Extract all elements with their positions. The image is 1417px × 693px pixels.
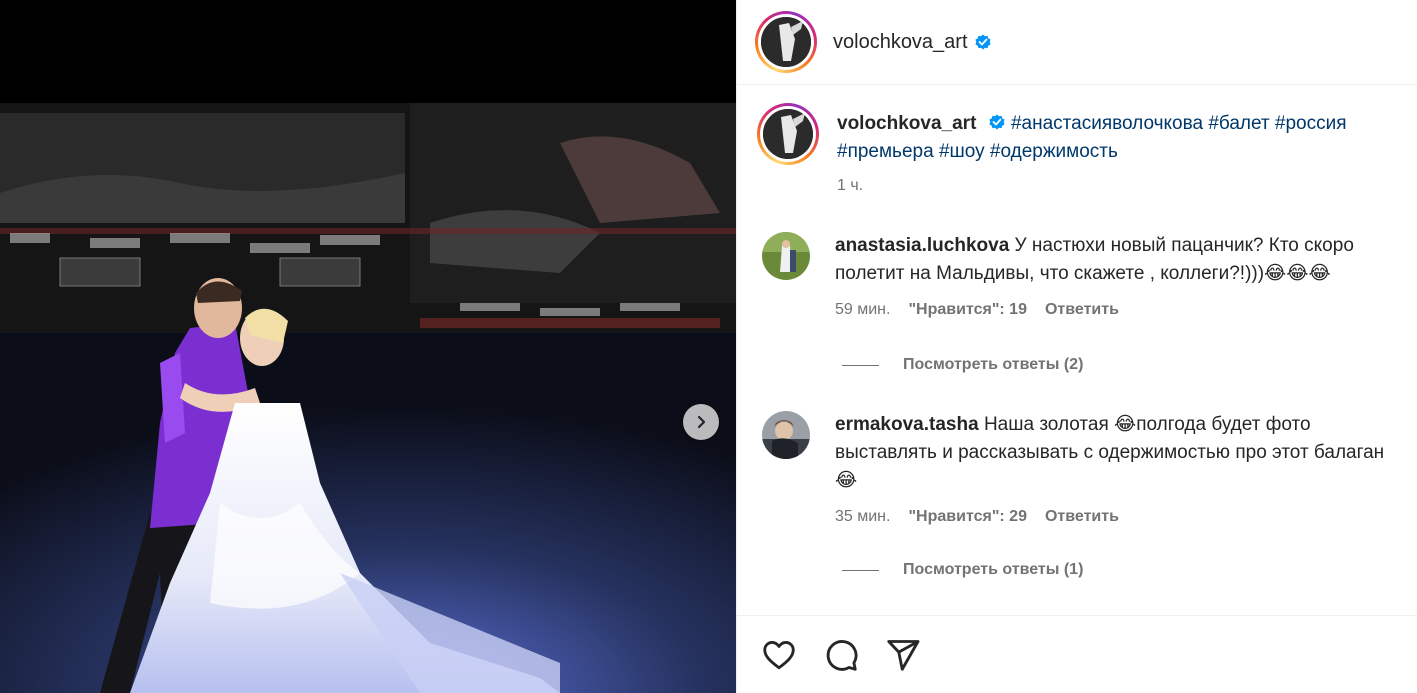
caption-avatar-image xyxy=(763,109,813,159)
comments-area: volochkova_art #анастасияволочкова #бале… xyxy=(737,85,1417,615)
hashtag-link[interactable]: #анастасияволочкова xyxy=(1011,113,1203,134)
instagram-post-view: volochkova_art volochkova_art #анастасия… xyxy=(0,0,1417,693)
hashtag-link[interactable]: #балет xyxy=(1208,113,1269,134)
caption: volochkova_art #анастасияволочкова #бале… xyxy=(757,103,1397,200)
author-avatar-image xyxy=(761,17,811,67)
comment-likes[interactable]: "Нравится": 19 xyxy=(908,296,1027,324)
chevron-right-icon xyxy=(697,415,706,429)
comment-username[interactable]: ermakova.tasha xyxy=(835,414,979,435)
author-avatar[interactable] xyxy=(755,11,817,73)
view-replies-button[interactable]: Посмотреть ответы (1) xyxy=(842,561,1083,579)
caption-timestamp[interactable]: 1 ч. xyxy=(837,172,863,200)
comment-timestamp[interactable]: 59 мин. xyxy=(835,296,890,324)
commenter-avatar-image xyxy=(762,232,810,280)
next-photo-button[interactable] xyxy=(683,404,719,440)
comment-item: ermakova.tasha Наша золотая 😂полгода буд… xyxy=(757,411,1395,531)
post-media xyxy=(0,0,736,693)
heart-icon[interactable] xyxy=(761,637,797,673)
hashtag-link[interactable]: #россия xyxy=(1275,113,1347,134)
verified-badge-icon xyxy=(974,34,991,50)
caption-author-avatar[interactable] xyxy=(757,103,819,165)
commenter-avatar[interactable] xyxy=(762,411,810,459)
commenter-avatar[interactable] xyxy=(762,232,810,280)
view-replies-label: Посмотреть ответы (2) xyxy=(903,356,1084,373)
comment-timestamp[interactable]: 35 мин. xyxy=(835,503,890,531)
header-username[interactable]: volochkova_art xyxy=(833,31,968,54)
verified-badge-icon xyxy=(989,114,1005,130)
comment-likes[interactable]: "Нравится": 29 xyxy=(908,503,1027,531)
hashtag-link[interactable]: #одержимость xyxy=(990,141,1118,162)
comment-username[interactable]: anastasia.luchkova xyxy=(835,235,1009,256)
caption-username[interactable]: volochkova_art xyxy=(837,113,976,134)
hashtag-link[interactable]: #шоу xyxy=(939,141,985,162)
post-photo xyxy=(0,103,736,693)
replies-divider-line xyxy=(842,569,879,571)
commenter-avatar-image xyxy=(762,411,810,459)
replies-divider-line xyxy=(842,364,879,366)
post-header: volochkova_art xyxy=(737,0,1417,85)
reply-button[interactable]: Ответить xyxy=(1045,503,1119,531)
view-replies-button[interactable]: Посмотреть ответы (2) xyxy=(842,356,1083,374)
hashtag-link[interactable]: #премьера xyxy=(837,141,934,162)
comment-item: anastasia.luchkova У настюхи новый пацан… xyxy=(757,232,1395,324)
reply-button[interactable]: Ответить xyxy=(1045,296,1119,324)
view-replies-label: Посмотреть ответы (1) xyxy=(903,561,1084,578)
share-icon[interactable] xyxy=(885,637,921,673)
post-action-bar xyxy=(737,615,1417,693)
post-side-panel: volochkova_art volochkova_art #анастасия… xyxy=(736,0,1417,693)
comment-icon[interactable] xyxy=(823,637,859,673)
